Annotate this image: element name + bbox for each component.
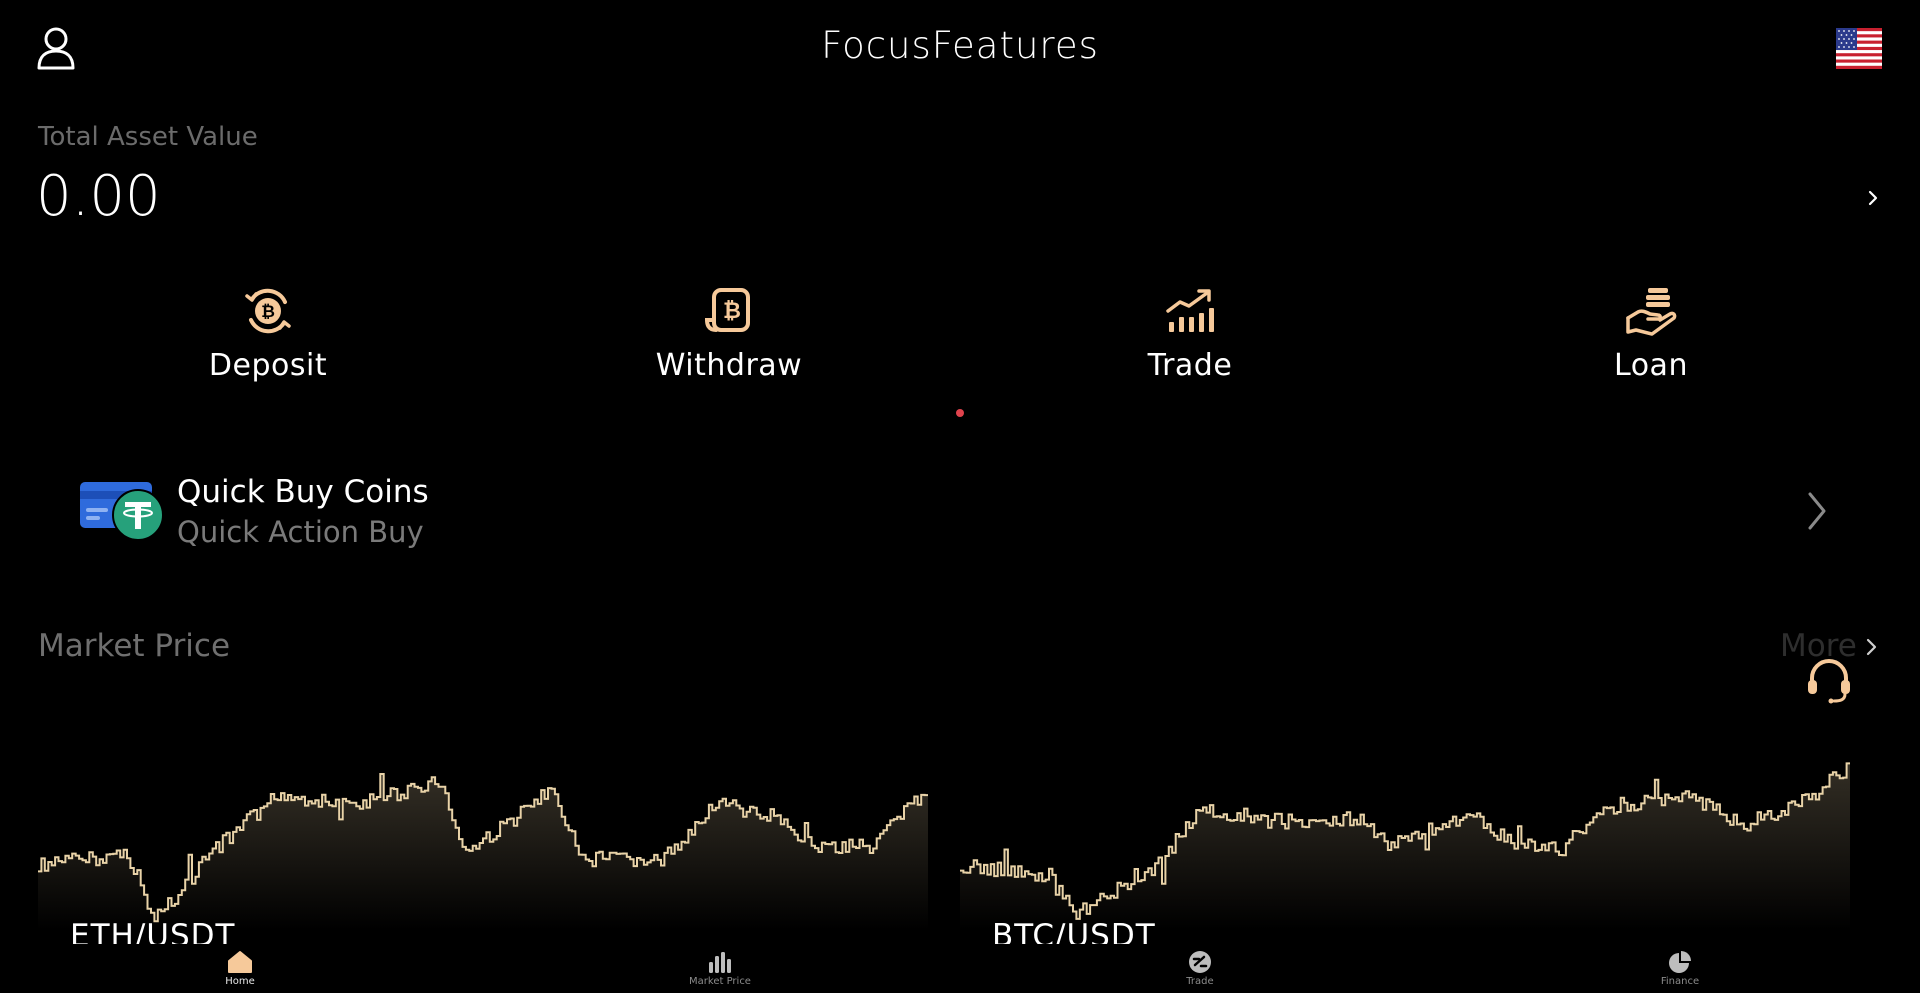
nav-trade[interactable]: Trade bbox=[1140, 950, 1260, 987]
nav-market-label: Market Price bbox=[689, 976, 751, 987]
chevron-right-icon[interactable] bbox=[1804, 490, 1830, 532]
loan-button[interactable]: Loan bbox=[1551, 284, 1751, 383]
us-flag-icon[interactable] bbox=[1836, 28, 1882, 69]
market-price-title: Market Price bbox=[38, 628, 231, 664]
chevron-right-icon[interactable] bbox=[1864, 185, 1882, 211]
trade-label: Trade bbox=[1147, 348, 1233, 383]
bar-chart-icon bbox=[709, 952, 731, 973]
quick-buy-subtitle: Quick Action Buy bbox=[177, 515, 424, 549]
nav-finance[interactable]: Finance bbox=[1620, 950, 1740, 987]
btc-usdt-sparkline[interactable] bbox=[960, 760, 1850, 930]
trade-icon bbox=[1189, 951, 1211, 973]
tether-card-icon bbox=[80, 482, 164, 541]
withdraw-label: Withdraw bbox=[655, 348, 803, 383]
app-title: FocusFeatures bbox=[821, 24, 1099, 67]
deposit-button[interactable]: ₿ Deposit bbox=[168, 284, 368, 383]
pie-chart-icon bbox=[1669, 951, 1691, 973]
loan-label: Loan bbox=[1614, 348, 1688, 383]
nav-market-price[interactable]: Market Price bbox=[660, 950, 780, 987]
nav-home[interactable]: Home bbox=[180, 950, 300, 987]
bitcoin-receipt-icon: ₿ bbox=[704, 288, 750, 332]
carousel-dot[interactable] bbox=[956, 409, 964, 417]
nav-finance-label: Finance bbox=[1660, 976, 1700, 987]
eth-usdt-sparkline[interactable] bbox=[38, 760, 928, 930]
total-asset-value: 0.00 bbox=[36, 164, 161, 229]
total-asset-label: Total Asset Value bbox=[38, 122, 258, 152]
home-icon bbox=[228, 951, 252, 973]
svg-text:₿: ₿ bbox=[261, 302, 275, 322]
trend-up-icon bbox=[1166, 289, 1214, 332]
quick-buy-banner[interactable]: Quick Buy Coins Quick Action Buy bbox=[80, 470, 1840, 550]
app-root: FocusFeatures Total Asset Value 0.00 ₿ D… bbox=[0, 0, 1920, 993]
withdraw-button[interactable]: ₿ Withdraw bbox=[629, 284, 829, 383]
bitcoin-cycle-icon: ₿ bbox=[245, 288, 291, 334]
trade-button[interactable]: Trade bbox=[1090, 284, 1290, 383]
svg-text:₿: ₿ bbox=[723, 299, 741, 324]
chevron-right-icon[interactable] bbox=[1864, 636, 1880, 658]
quick-buy-title: Quick Buy Coins bbox=[177, 474, 429, 510]
bottom-nav: Home Market Price Trade Finance bbox=[0, 944, 1920, 993]
headset-support-icon[interactable] bbox=[1804, 654, 1854, 704]
nav-trade-label: Trade bbox=[1186, 976, 1214, 987]
deposit-label: Deposit bbox=[208, 348, 328, 383]
hand-coins-icon bbox=[1626, 288, 1677, 336]
nav-home-label: Home bbox=[225, 976, 255, 987]
header: FocusFeatures bbox=[0, 0, 1920, 96]
